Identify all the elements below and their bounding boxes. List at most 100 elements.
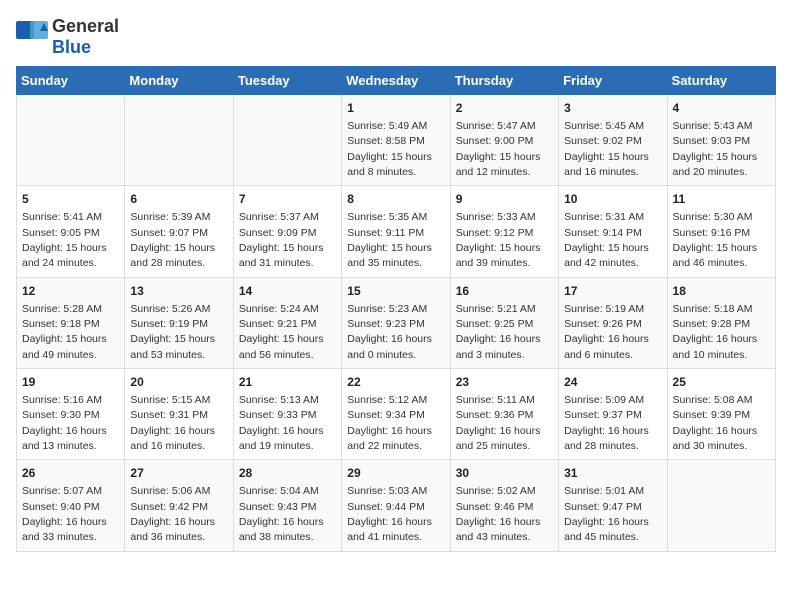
calendar-cell: 22Sunrise: 5:12 AMSunset: 9:34 PMDayligh… <box>342 369 450 460</box>
calendar-cell: 6Sunrise: 5:39 AMSunset: 9:07 PMDaylight… <box>125 186 233 277</box>
daylight: Daylight: 15 hours and 35 minutes. <box>347 242 432 269</box>
sunrise: Sunrise: 5:30 AM <box>673 211 753 223</box>
sunrise: Sunrise: 5:16 AM <box>22 394 102 406</box>
header-row: SundayMondayTuesdayWednesdayThursdayFrid… <box>17 67 776 95</box>
daylight: Daylight: 16 hours and 0 minutes. <box>347 333 432 360</box>
daylight: Daylight: 15 hours and 46 minutes. <box>673 242 758 269</box>
sunrise: Sunrise: 5:07 AM <box>22 485 102 497</box>
daylight: Daylight: 16 hours and 30 minutes. <box>673 425 758 452</box>
sunset: Sunset: 9:00 PM <box>456 135 534 147</box>
sunrise: Sunrise: 5:03 AM <box>347 485 427 497</box>
day-number: 4 <box>673 100 770 117</box>
calendar-cell: 18Sunrise: 5:18 AMSunset: 9:28 PMDayligh… <box>667 277 775 368</box>
sunset: Sunset: 9:14 PM <box>564 227 642 239</box>
calendar-cell <box>17 95 125 186</box>
sunrise: Sunrise: 5:08 AM <box>673 394 753 406</box>
sunrise: Sunrise: 5:04 AM <box>239 485 319 497</box>
sunset: Sunset: 9:09 PM <box>239 227 317 239</box>
daylight: Daylight: 15 hours and 28 minutes. <box>130 242 215 269</box>
calendar-cell: 1Sunrise: 5:49 AMSunset: 8:58 PMDaylight… <box>342 95 450 186</box>
daylight: Daylight: 16 hours and 19 minutes. <box>239 425 324 452</box>
sunset: Sunset: 9:05 PM <box>22 227 100 239</box>
calendar-table: SundayMondayTuesdayWednesdayThursdayFrid… <box>16 66 776 552</box>
calendar-cell: 27 Sunrise: 5:06 AM Sunset: 9:42 PM Dayligh… <box>125 460 233 551</box>
day-number: 19 <box>22 374 119 391</box>
daylight: Daylight: 15 hours and 31 minutes. <box>239 242 324 269</box>
sunset: Sunset: 9:37 PM <box>564 409 642 421</box>
day-number: 17 <box>564 283 661 300</box>
day-number: 14 <box>239 283 336 300</box>
sunrise: Sunrise: 5:31 AM <box>564 211 644 223</box>
sunset: Sunset: 9:42 PM <box>130 501 208 513</box>
calendar-cell: 11Sunrise: 5:30 AMSunset: 9:16 PMDayligh… <box>667 186 775 277</box>
day-number: 1 <box>347 100 444 117</box>
sunrise: Sunrise: 5:28 AM <box>22 303 102 315</box>
sunrise: Sunrise: 5:12 AM <box>347 394 427 406</box>
calendar-cell: 4Sunrise: 5:43 AMSunset: 9:03 PMDaylight… <box>667 95 775 186</box>
sunset: Sunset: 9:23 PM <box>347 318 425 330</box>
calendar-cell: 29Sunrise: 5:03 AMSunset: 9:44 PMDayligh… <box>342 460 450 551</box>
day-number: 26 <box>22 465 119 482</box>
daylight: Daylight: 15 hours and 16 minutes. <box>564 151 649 178</box>
daylight: Daylight: 15 hours and 20 minutes. <box>673 151 758 178</box>
calendar-cell: 5Sunrise: 5:41 AMSunset: 9:05 PMDaylight… <box>17 186 125 277</box>
calendar-cell: 10 Sunrise: 5:31 AM Sunset: 9:14 PM Dayligh… <box>559 186 667 277</box>
daylight: Daylight: 16 hours and 36 minutes. <box>130 516 215 543</box>
calendar-cell <box>125 95 233 186</box>
calendar-cell: 12Sunrise: 5:28 AMSunset: 9:18 PMDayligh… <box>17 277 125 368</box>
calendar-cell <box>667 460 775 551</box>
sunset: Sunset: 9:11 PM <box>347 227 424 239</box>
daylight: Daylight: 16 hours and 25 minutes. <box>456 425 541 452</box>
day-number: 25 <box>673 374 770 391</box>
sunset: Sunset: 9:43 PM <box>239 501 317 513</box>
sunset: Sunset: 9:21 PM <box>239 318 317 330</box>
daylight: Daylight: 15 hours and 56 minutes. <box>239 333 324 360</box>
day-number: 8 <box>347 191 444 208</box>
calendar-cell: 21Sunrise: 5:13 AMSunset: 9:33 PMDayligh… <box>233 369 341 460</box>
logo-blue: Blue <box>52 37 91 57</box>
sunset: Sunset: 9:33 PM <box>239 409 317 421</box>
calendar-cell: 25 Sunrise: 5:08 AM Sunset: 9:39 PM Dayligh… <box>667 369 775 460</box>
sunset: Sunset: 9:19 PM <box>130 318 208 330</box>
sunrise: Sunrise: 5:24 AM <box>239 303 319 315</box>
sunset: Sunset: 9:34 PM <box>347 409 425 421</box>
calendar-cell: 31Sunrise: 5:01 AMSunset: 9:47 PMDayligh… <box>559 460 667 551</box>
day-number: 28 <box>239 465 336 482</box>
day-number: 27 <box>130 465 227 482</box>
daylight: Daylight: 16 hours and 16 minutes. <box>130 425 215 452</box>
sunset: Sunset: 9:46 PM <box>456 501 534 513</box>
day-number: 15 <box>347 283 444 300</box>
calendar-cell <box>233 95 341 186</box>
header-cell-monday: Monday <box>125 67 233 95</box>
calendar-cell: 8Sunrise: 5:35 AMSunset: 9:11 PMDaylight… <box>342 186 450 277</box>
logo-general: General <box>52 16 119 36</box>
sunset: Sunset: 9:44 PM <box>347 501 425 513</box>
week-row-4: 19Sunrise: 5:16 AMSunset: 9:30 PMDayligh… <box>17 369 776 460</box>
sunrise: Sunrise: 5:09 AM <box>564 394 644 406</box>
day-number: 18 <box>673 283 770 300</box>
day-number: 16 <box>456 283 553 300</box>
sunset: Sunset: 9:03 PM <box>673 135 751 147</box>
calendar-cell: 15Sunrise: 5:23 AMSunset: 9:23 PMDayligh… <box>342 277 450 368</box>
sunset: Sunset: 9:31 PM <box>130 409 208 421</box>
day-number: 3 <box>564 100 661 117</box>
sunrise: Sunrise: 5:06 AM <box>130 485 210 497</box>
day-number: 24 <box>564 374 661 391</box>
week-row-2: 5Sunrise: 5:41 AMSunset: 9:05 PMDaylight… <box>17 186 776 277</box>
daylight: Daylight: 15 hours and 42 minutes. <box>564 242 649 269</box>
sunrise: Sunrise: 5:15 AM <box>130 394 210 406</box>
week-row-1: 1Sunrise: 5:49 AMSunset: 8:58 PMDaylight… <box>17 95 776 186</box>
day-number: 9 <box>456 191 553 208</box>
sunrise: Sunrise: 5:21 AM <box>456 303 536 315</box>
sunset: Sunset: 9:07 PM <box>130 227 208 239</box>
sunrise: Sunrise: 5:49 AM <box>347 120 427 132</box>
sunrise: Sunrise: 5:37 AM <box>239 211 319 223</box>
week-row-5: 26Sunrise: 5:07 AMSunset: 9:40 PMDayligh… <box>17 460 776 551</box>
header-cell-friday: Friday <box>559 67 667 95</box>
daylight: Daylight: 16 hours and 13 minutes. <box>22 425 107 452</box>
daylight: Daylight: 16 hours and 33 minutes. <box>22 516 107 543</box>
sunset: Sunset: 9:39 PM <box>673 409 751 421</box>
day-number: 20 <box>130 374 227 391</box>
daylight: Daylight: 16 hours and 43 minutes. <box>456 516 541 543</box>
day-number: 10 <box>564 191 661 208</box>
